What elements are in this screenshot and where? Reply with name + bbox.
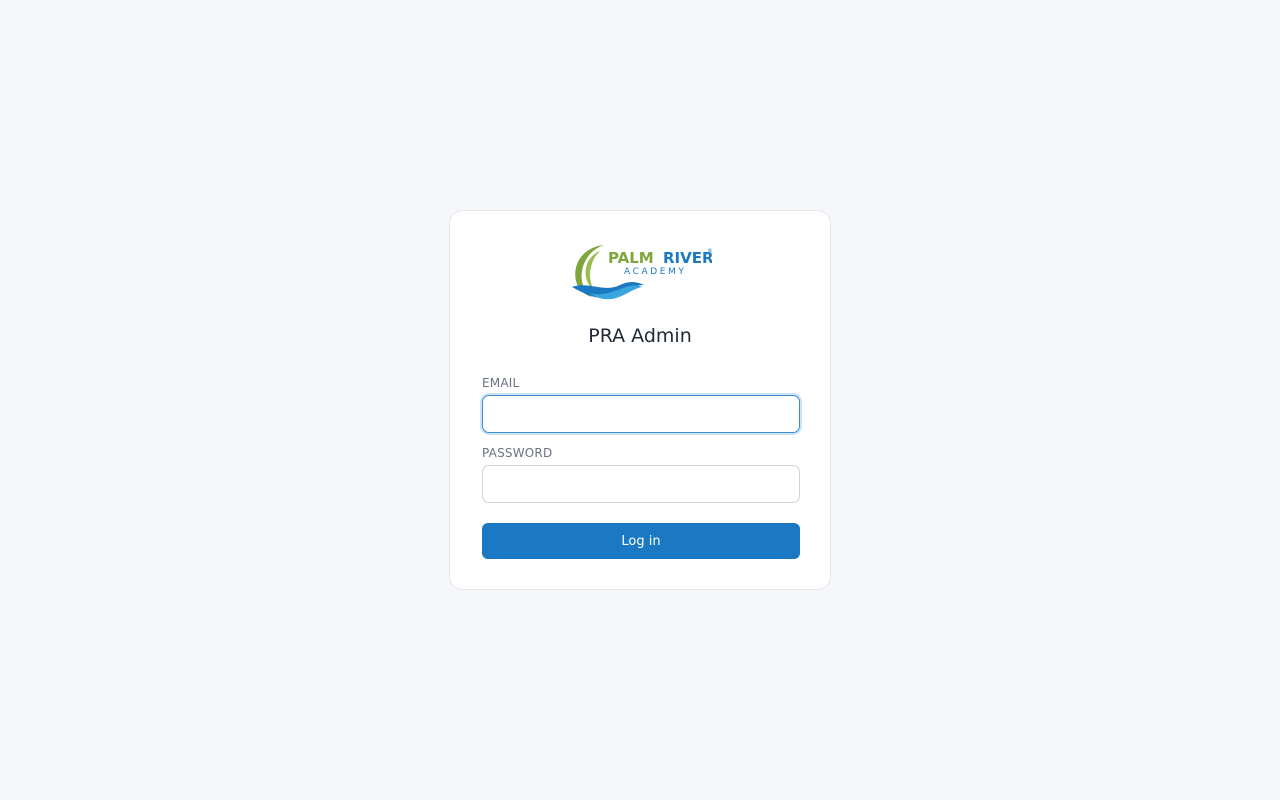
password-input[interactable] [482,465,800,503]
page-title: PRA Admin [588,325,692,347]
logo-registered-mark: ® [707,248,712,255]
password-label: PASSWORD [482,446,553,460]
logo-word-river: RIVER [663,249,712,267]
login-button[interactable]: Log in [482,523,800,559]
palm-river-academy-logo: PALM RIVER ® ACADEMY [570,241,712,301]
email-label: EMAIL [482,376,520,390]
logo-word-palm: PALM [608,249,654,267]
login-card: PALM RIVER ® ACADEMY PRA Admin EMAIL PAS… [449,210,831,590]
svg-text:PALM RIVER: PALM RIVER [608,249,712,267]
logo-subtitle: ACADEMY [624,267,687,277]
email-input[interactable] [482,395,800,433]
